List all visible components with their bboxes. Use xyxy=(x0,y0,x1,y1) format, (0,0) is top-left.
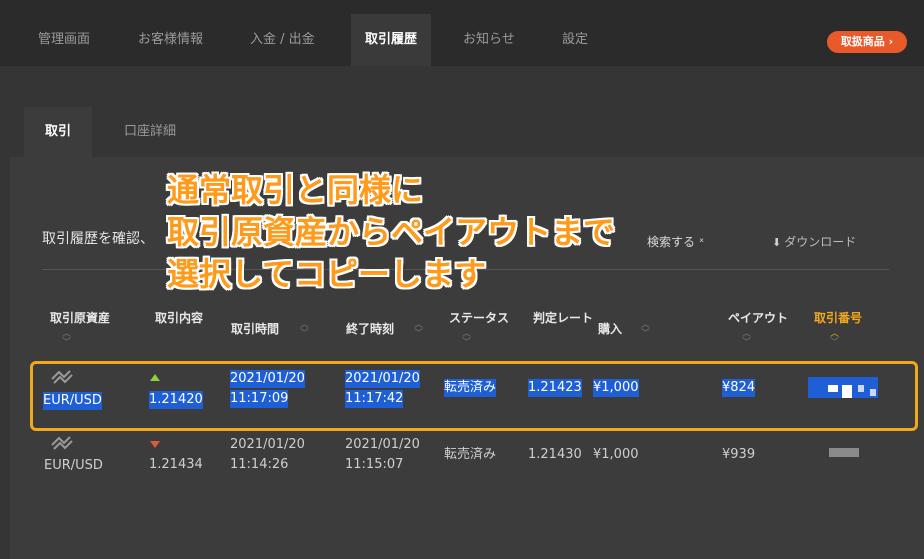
col-header-content[interactable]: 取引内容 xyxy=(155,310,205,327)
row2-asset: EUR/USD xyxy=(44,458,103,473)
col-header-purchase[interactable]: 購入 xyxy=(598,321,622,338)
products-button[interactable]: 取扱商品 › xyxy=(827,31,907,53)
nav-dashboard[interactable]: 管理画面 xyxy=(38,14,90,66)
col-header-judge-rate[interactable]: 判定レート xyxy=(533,310,605,327)
row2-end-date: 2021/01/20 xyxy=(345,437,420,452)
sort-icon[interactable]: ︿ ﹀ xyxy=(300,321,309,339)
nav-trade-history[interactable]: 取引履歴 xyxy=(351,14,432,66)
sort-icon[interactable]: ︿ ﹀ xyxy=(641,321,650,339)
top-navigation: 管理画面 お客様情報 入金 / 出金 取引履歴 お知らせ 設定 取扱商品 › xyxy=(0,0,924,66)
search-link[interactable]: 検索する ˣ xyxy=(647,233,704,250)
download-button[interactable]: ⬇ ダウンロード xyxy=(772,233,856,250)
col-header-trade-time[interactable]: 取引時間 xyxy=(231,321,279,338)
row2-purchase: ¥1,000 xyxy=(593,447,639,462)
sort-icon[interactable]: ︿ ﹀ xyxy=(462,330,471,348)
sort-icon[interactable]: ︿ ﹀ xyxy=(742,330,751,348)
row2-trade-number-redacted xyxy=(829,448,859,457)
nav-notices[interactable]: お知らせ xyxy=(463,14,515,66)
overlay-line-1: 通常取引と同様に xyxy=(167,171,424,209)
nav-settings[interactable]: 設定 xyxy=(562,14,588,66)
swap-icon xyxy=(51,436,73,450)
row2-rate: 1.21434 xyxy=(149,457,203,472)
row2-payout: ¥939 xyxy=(722,447,756,462)
col-header-trade-number[interactable]: 取引番号 xyxy=(814,310,862,327)
download-icon: ⬇ xyxy=(772,236,782,249)
sort-icon-active[interactable]: ︿ ﹀ xyxy=(830,330,839,348)
col-header-end-time[interactable]: 終了時刻 xyxy=(346,321,394,338)
panel-description: 取引履歴を確認、 xyxy=(42,231,154,247)
row2-start-date: 2021/01/20 xyxy=(230,437,305,452)
overlay-line-2: 取引原資産からペイアウトまで xyxy=(167,213,616,251)
sort-icon[interactable]: ︿ ﹀ xyxy=(414,321,423,339)
download-label: ダウンロード xyxy=(784,235,857,249)
col-header-payout[interactable]: ペイアウト xyxy=(728,310,788,327)
col-header-asset[interactable]: 取引原資産 xyxy=(50,310,110,327)
row2-judge-rate: 1.21430 xyxy=(528,447,582,462)
nav-customer-info[interactable]: お客様情報 xyxy=(138,14,203,66)
selection-highlight xyxy=(30,361,918,431)
tab-trades[interactable]: 取引 xyxy=(24,107,92,157)
tab-account-details[interactable]: 口座詳細 xyxy=(124,107,176,157)
down-arrow-icon xyxy=(150,441,160,448)
overlay-line-3: 選択してコピーします xyxy=(167,255,487,293)
row2-end-time: 11:15:07 xyxy=(345,457,404,472)
sort-icon[interactable]: ︿ ﹀ xyxy=(62,330,71,348)
row2-start-time: 11:14:26 xyxy=(230,457,289,472)
row2-status: 転売済み xyxy=(444,447,497,462)
col-header-status[interactable]: ステータス xyxy=(449,310,509,327)
nav-deposit-withdraw[interactable]: 入金 / 出金 xyxy=(250,14,315,66)
